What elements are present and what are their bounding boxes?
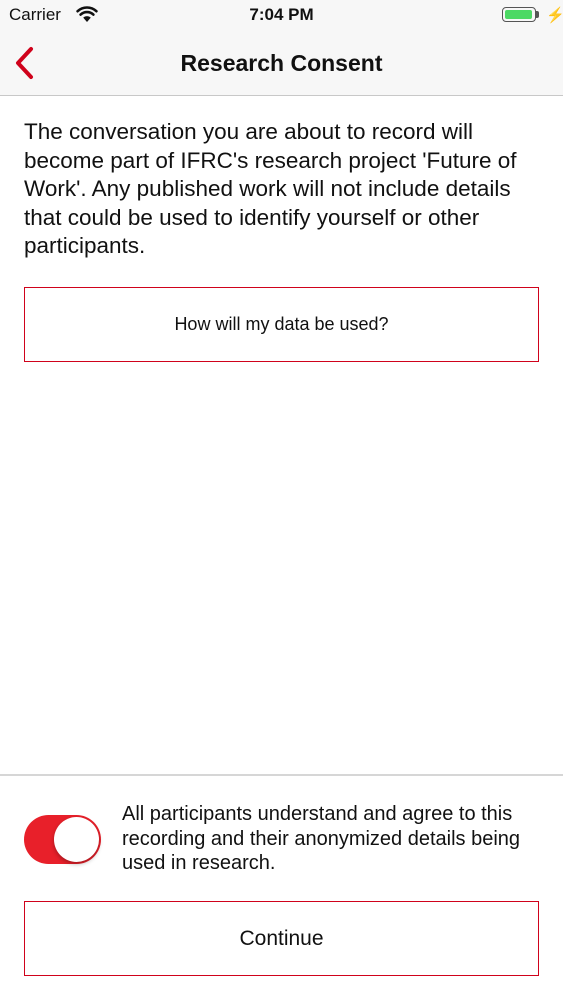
consent-toggle[interactable] — [24, 815, 101, 864]
charging-bolt-icon: ⚡ — [546, 7, 563, 24]
battery-cap — [536, 11, 539, 18]
consent-intro-text: The conversation you are about to record… — [24, 119, 517, 258]
battery-level — [505, 10, 532, 19]
navigation-bar: Research Consent — [0, 30, 563, 96]
battery-icon — [502, 7, 536, 22]
continue-button[interactable]: Continue — [24, 901, 539, 976]
consent-agreement-text: All participants understand and agree to… — [122, 803, 521, 874]
status-bar: Carrier 7:04 PM ⚡ — [0, 0, 563, 30]
status-time: 7:04 PM — [249, 5, 314, 24]
data-usage-button[interactable]: How will my data be used? — [24, 287, 539, 362]
divider — [0, 774, 563, 776]
page-title: Research Consent — [180, 50, 383, 76]
toggle-knob — [54, 817, 99, 862]
